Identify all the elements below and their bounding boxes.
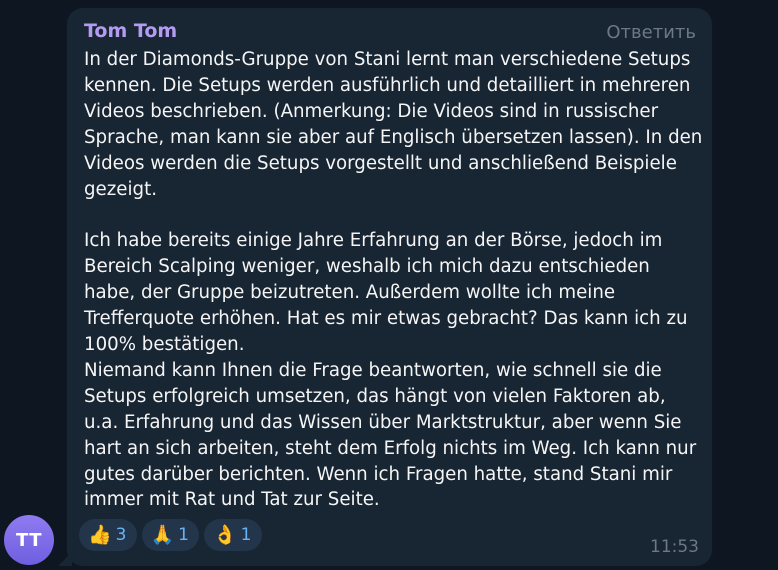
- message-text: In der Diamonds-Gruppe von Stani lernt m…: [84, 47, 704, 513]
- message-timestamp: 11:53: [650, 537, 699, 557]
- avatar[interactable]: TT: [4, 515, 54, 565]
- reaction-thumbs-up[interactable]: 👍 3: [79, 519, 137, 551]
- reaction-count: 1: [240, 525, 252, 545]
- message-paragraph-2: Ich habe bereits einige Jahre Erfahrung …: [84, 230, 697, 511]
- chat-area: Tom Tom Ответить In der Diamonds-Gruppe …: [0, 0, 778, 570]
- ok-hand-icon: 👌: [213, 524, 237, 546]
- reaction-ok-hand[interactable]: 👌 1: [204, 519, 262, 551]
- folded-hands-icon: 🙏: [150, 524, 175, 546]
- reaction-count: 1: [178, 525, 189, 545]
- reaction-count: 3: [115, 525, 127, 545]
- sender-name[interactable]: Tom Tom: [84, 19, 177, 43]
- reply-button[interactable]: Ответить: [606, 21, 696, 45]
- message-bubble[interactable]: Tom Tom Ответить In der Diamonds-Gruppe …: [67, 8, 712, 566]
- message-paragraph-1: In der Diamonds-Gruppe von Stani lernt m…: [84, 49, 703, 200]
- avatar-initials: TT: [16, 529, 42, 551]
- reaction-folded-hands[interactable]: 🙏 1: [141, 519, 199, 551]
- reactions-bar: 👍 3 🙏 1 👌 1: [79, 519, 262, 551]
- thumbs-up-icon: 👍: [88, 524, 112, 546]
